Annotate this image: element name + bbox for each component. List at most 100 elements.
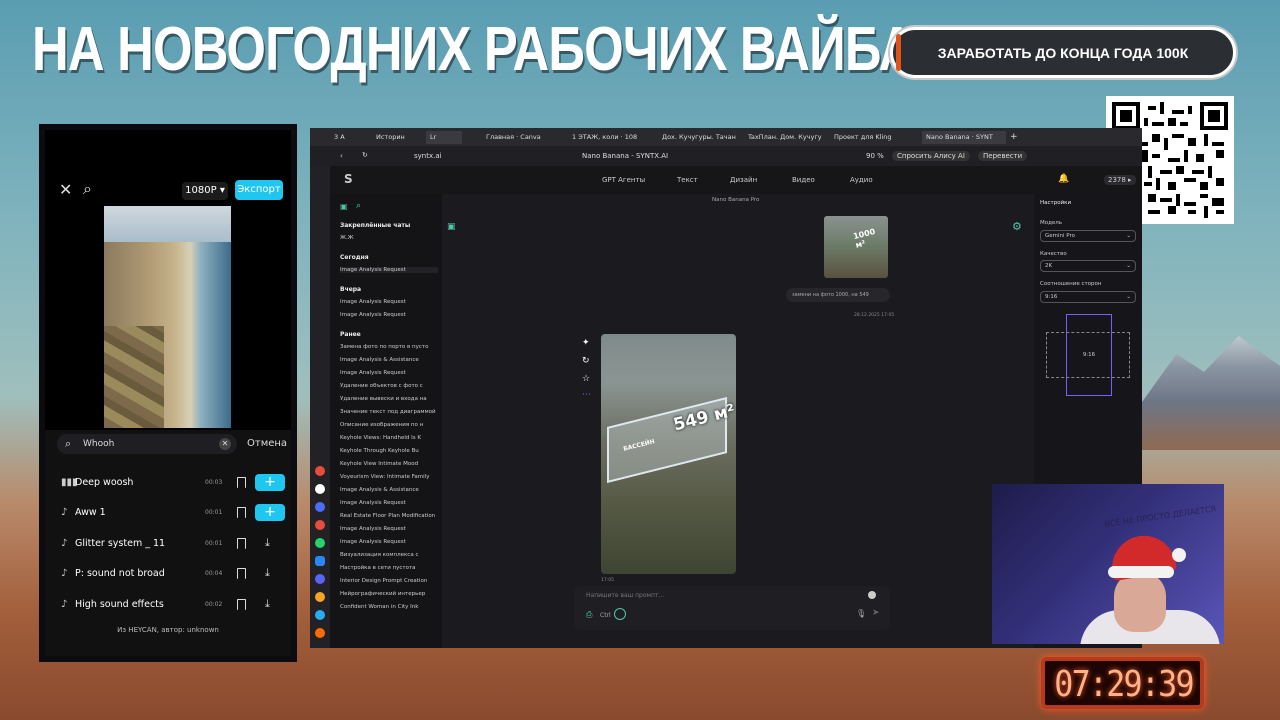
prompt-input[interactable]: Напишите ваш промпт... ⎙ Ctrl 🎙 ➤	[574, 586, 890, 630]
browser-tab[interactable]: Историн	[376, 131, 420, 144]
chat-item[interactable]: Настройка в сети пустота	[340, 565, 438, 571]
app-icon[interactable]	[315, 592, 325, 602]
bookmark-icon[interactable]	[237, 598, 246, 610]
bookmark-icon[interactable]	[237, 567, 246, 579]
ratio-select[interactable]: 9:16 ⌄	[1040, 291, 1136, 303]
chat-item[interactable]: Keyhole Views: Handheld Is K	[340, 435, 438, 441]
chat-item[interactable]: Image Analysis & Assistance	[340, 487, 438, 493]
chat-item[interactable]: Image Analysis Request	[340, 312, 438, 318]
star-icon[interactable]: ☆	[582, 374, 590, 384]
regenerate-icon[interactable]: ↻	[582, 356, 590, 366]
download-icon[interactable]: ⤓	[265, 597, 270, 611]
translate-button[interactable]: Перевести	[978, 151, 1028, 161]
sound-list-item[interactable]: ♪ P: sound not broadca 00:04 ⤓	[61, 563, 291, 583]
export-button[interactable]: Экспорт	[235, 180, 283, 200]
chat-item[interactable]: Real Estate Floor Plan Modification	[340, 513, 438, 519]
bookmark-icon[interactable]	[237, 476, 246, 488]
chat-item[interactable]: Ж.Ж	[340, 235, 438, 241]
app-icon[interactable]	[315, 466, 325, 476]
telegram-icon[interactable]	[315, 610, 325, 620]
browser-tab[interactable]: 1 ЭТАЖ, коли · 108	[572, 131, 656, 144]
browser-tab[interactable]: Главная · Canva	[486, 131, 566, 144]
attach-icon[interactable]: ⎙	[586, 610, 592, 620]
gear-icon[interactable]: ⚙	[1012, 220, 1022, 233]
bookmark-icon[interactable]	[237, 506, 246, 518]
chat-item[interactable]: Interior Design Prompt Creation	[340, 578, 438, 584]
browser-tab[interactable]: Проект для Kling	[834, 131, 916, 144]
quality-select[interactable]: 2K ⌄	[1040, 260, 1136, 272]
chat-item[interactable]: Описание изображения по н	[340, 422, 438, 428]
whatsapp-icon[interactable]	[315, 538, 325, 548]
nav-audio[interactable]: Аудио	[850, 176, 873, 184]
browser-tab[interactable]: Lr	[426, 131, 462, 144]
url-field[interactable]: syntx.ai	[414, 152, 442, 160]
add-sound-button[interactable]: +	[255, 473, 285, 491]
reload-icon[interactable]: ↻	[362, 151, 368, 159]
browser-tab[interactable]: Дох. Кучугуры. Тачан	[662, 131, 742, 144]
nav-agents[interactable]: GPT Агенты	[602, 176, 645, 184]
sound-search-input[interactable]: ⌕ Whooh ✕	[57, 434, 237, 454]
zoom-level[interactable]: 90 %	[866, 152, 884, 160]
app-icon[interactable]	[315, 520, 325, 530]
chat-item[interactable]: Удаление вывески и входа на	[340, 396, 438, 402]
chat-item[interactable]: Замена фото по порто в пусто	[340, 344, 438, 350]
chat-item[interactable]: Визуализация комплекса с	[340, 552, 438, 558]
new-tab-icon[interactable]: +	[1010, 131, 1020, 144]
chat-item[interactable]: Image Analysis & Assistance	[340, 357, 438, 363]
chat-item[interactable]: Image Analysis Request	[340, 370, 438, 376]
chat-item[interactable]: Удаление объектов с фото с	[340, 383, 438, 389]
chat-item[interactable]: Значение текст под диаграммой	[340, 409, 438, 415]
sound-list-item[interactable]: ♪ High sound effects s 00:02 ⤓	[61, 594, 291, 614]
balance-badge[interactable]: 2378 ▸	[1104, 175, 1136, 185]
app-icon[interactable]	[315, 628, 325, 638]
search-icon[interactable]: ⌕	[83, 179, 92, 199]
send-icon[interactable]: ➤	[872, 608, 880, 618]
ask-alice-button[interactable]: Спросить Алису AI	[892, 151, 970, 161]
download-icon[interactable]: ⤓	[265, 536, 270, 550]
chat-item[interactable]: Confident Woman in City Ink	[340, 604, 438, 610]
bell-icon[interactable]: 🔔	[1058, 174, 1069, 184]
browser-tab[interactable]: TaxПлан. Дом. Кучугу	[748, 131, 828, 144]
chat-icon[interactable]: ▣	[340, 202, 348, 211]
chat-item[interactable]: Image Analysis Request	[340, 539, 438, 545]
bookmark-icon[interactable]	[237, 537, 246, 549]
nav-text[interactable]: Текст	[677, 176, 698, 184]
browser-tab[interactable]: 3 A	[334, 131, 364, 144]
app-icon[interactable]	[315, 484, 325, 494]
vk-icon[interactable]	[315, 556, 325, 566]
chat-item[interactable]: Keyhole View Intimate Mood	[340, 461, 438, 467]
chat-item[interactable]: Voyeurism View: Intimate Family	[340, 474, 438, 480]
clear-icon[interactable]: ✕	[219, 438, 231, 450]
search-icon[interactable]: ⌕	[356, 201, 361, 211]
uploaded-image[interactable]: 1000 м²	[824, 216, 888, 278]
nav-design[interactable]: Дизайн	[730, 176, 757, 184]
resolution-select[interactable]: 1080P ▾	[182, 182, 228, 200]
chat-bubble-icon[interactable]: ▣	[447, 222, 456, 232]
back-icon[interactable]: ‹	[340, 152, 343, 160]
chat-item[interactable]: Image Analysis Request	[340, 267, 438, 273]
browser-tab-active[interactable]: Nano Banana · SYNT	[922, 131, 1006, 144]
sound-list-item[interactable]: ▮▮▮ Deep woosh 00:03 +	[61, 472, 291, 492]
chat-item[interactable]: Image Analysis Request	[340, 299, 438, 305]
sound-list-item[interactable]: ♪ Aww 1 00:01 +	[61, 502, 291, 522]
nav-video[interactable]: Видео	[792, 176, 815, 184]
cancel-button[interactable]: Отмена	[247, 438, 287, 449]
close-icon[interactable]: ✕	[59, 180, 72, 199]
sparkle-icon[interactable]: ✦	[582, 338, 590, 348]
syntx-logo[interactable]: S	[344, 172, 353, 186]
settings-toggle-icon[interactable]	[614, 608, 626, 620]
toggle-icon[interactable]	[868, 591, 876, 599]
chat-item[interactable]: Image Analysis Request	[340, 526, 438, 532]
microphone-icon[interactable]: 🎙	[856, 609, 866, 618]
model-select[interactable]: Gemini Pro ⌄	[1040, 230, 1136, 242]
chat-item[interactable]: Нейрографический интерьер	[340, 591, 438, 597]
app-icon[interactable]	[315, 502, 325, 512]
app-icon[interactable]	[315, 574, 325, 584]
add-sound-button[interactable]: +	[255, 503, 285, 521]
chat-item[interactable]: Image Analysis Request	[340, 500, 438, 506]
chat-item[interactable]: Keyhole Through Keyhole Bu	[340, 448, 438, 454]
generated-image[interactable]: 549 м² БАССЕЙН	[601, 334, 737, 574]
download-icon[interactable]: ⤓	[265, 566, 270, 580]
more-icon[interactable]: ⋯	[582, 390, 591, 400]
sound-list-item[interactable]: ♪ Glitter system _ 111 00:01 ⤓	[61, 533, 291, 553]
